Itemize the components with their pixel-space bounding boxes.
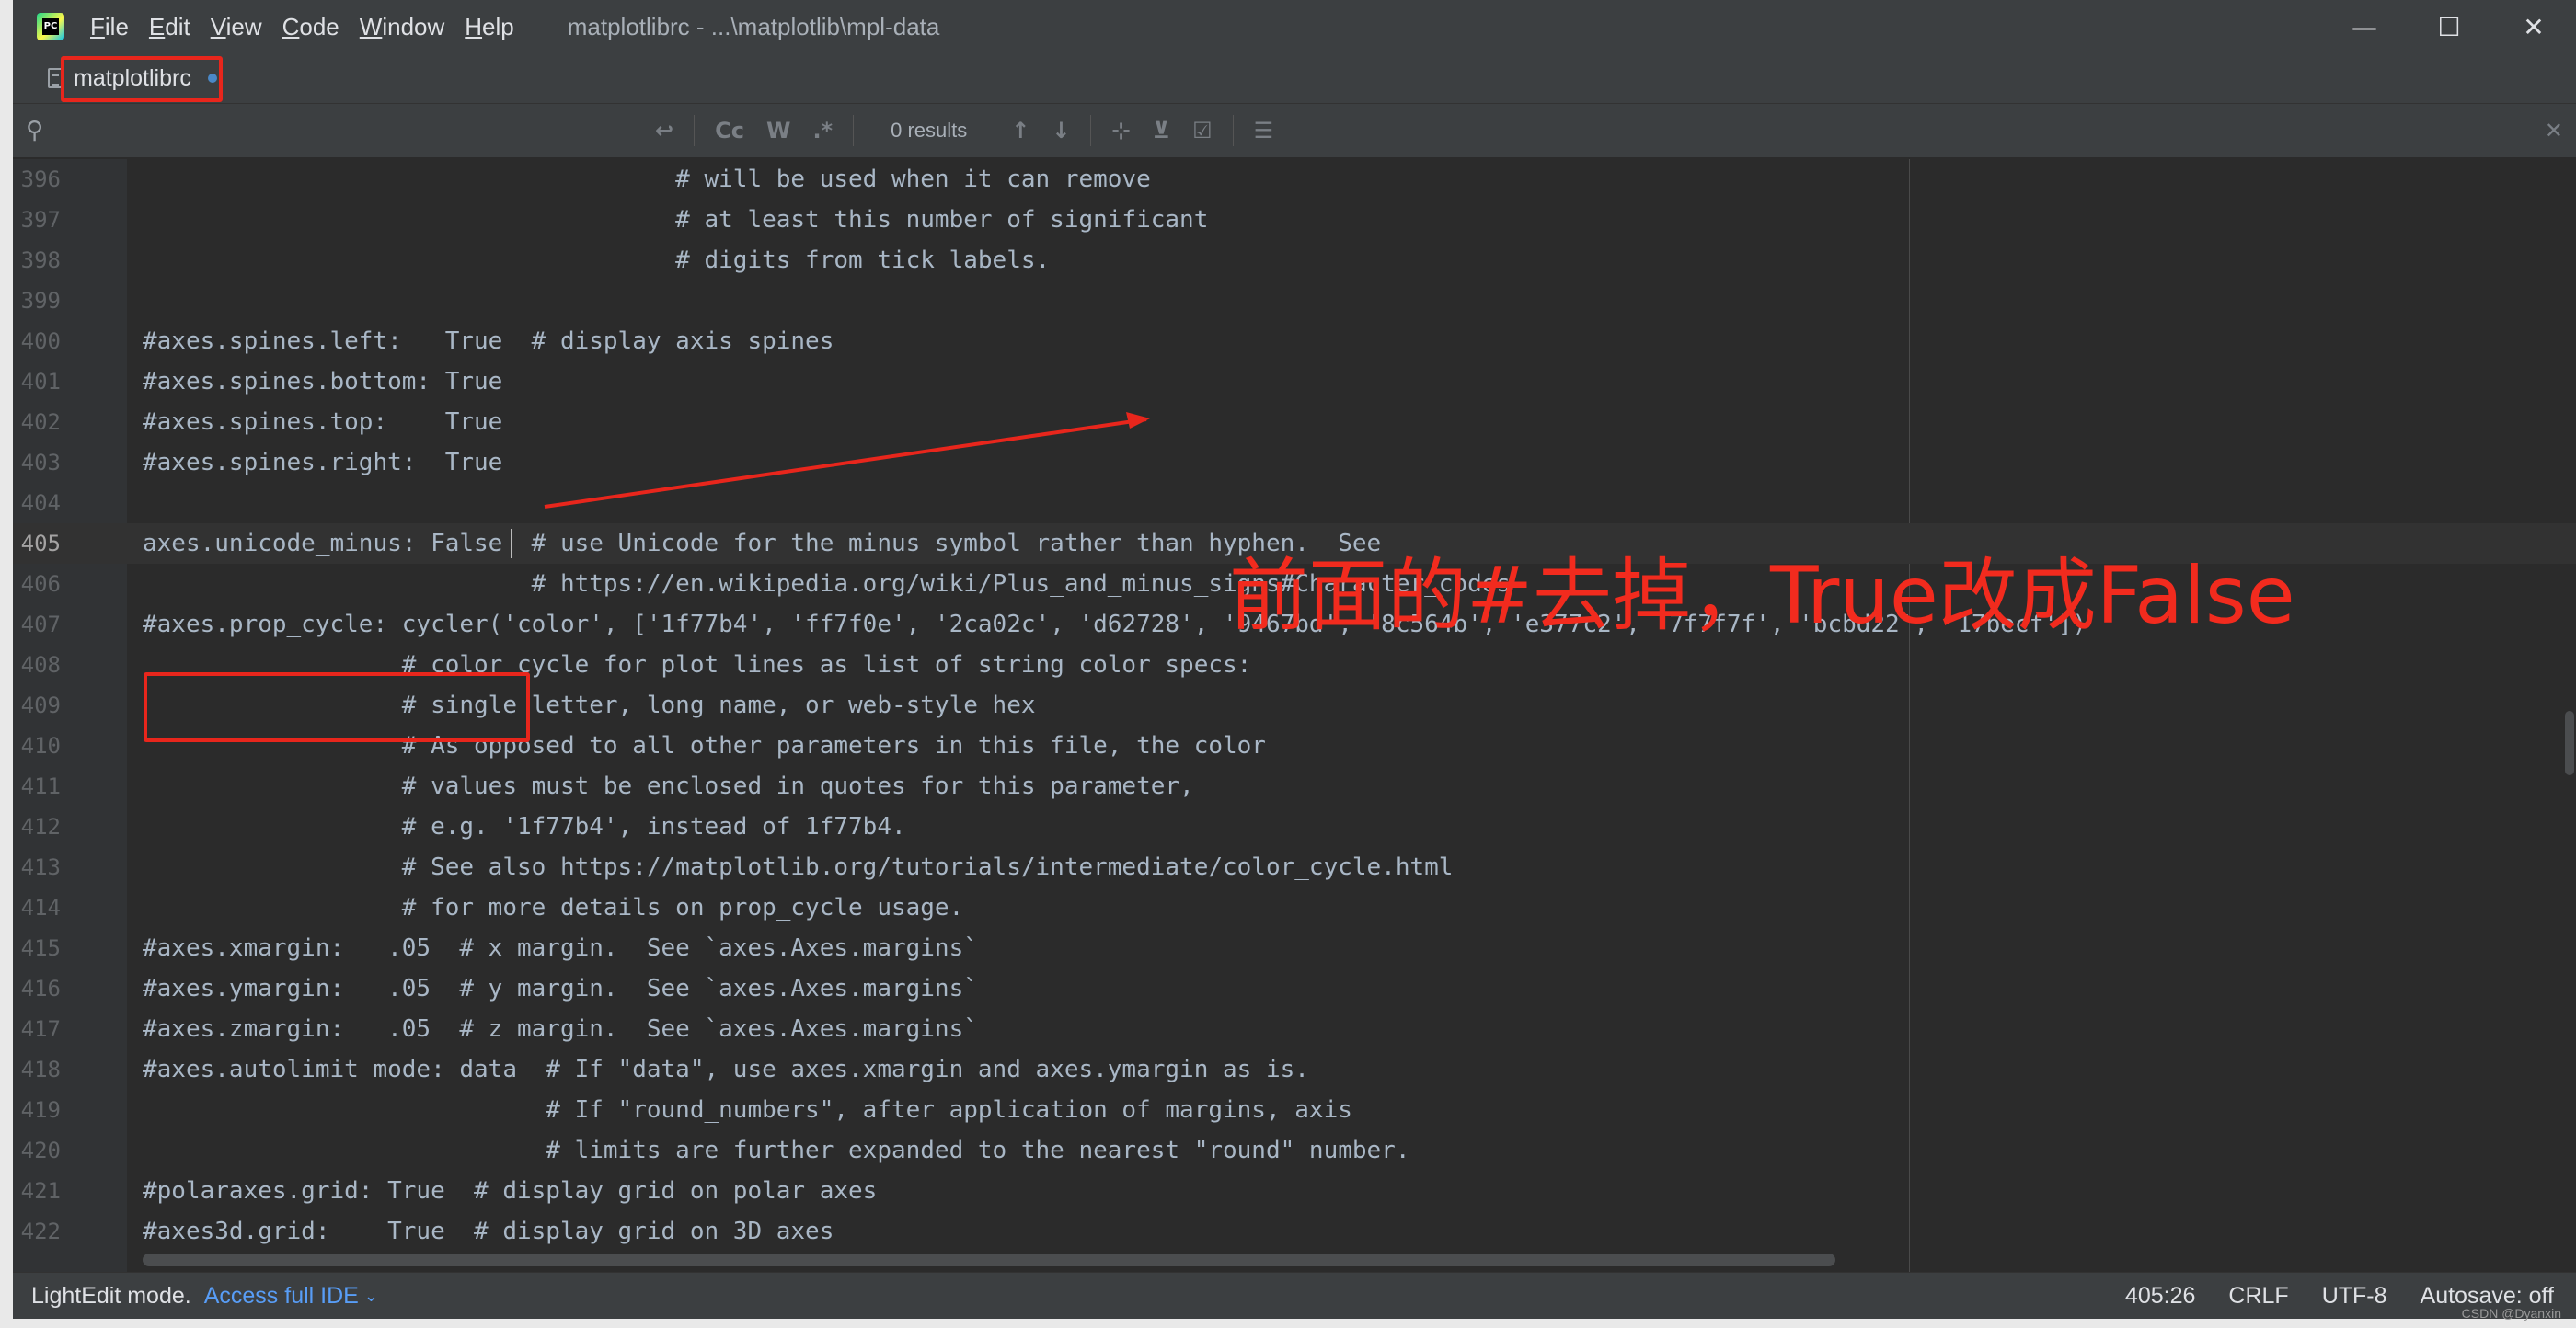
filter-icon[interactable]: ☰ [1254, 118, 1274, 143]
select-all-occurrences-icon[interactable]: ☑ [1192, 118, 1213, 143]
ide-window: PC File Edit View Code Window Help matpl… [13, 0, 2576, 1319]
menu-edit-label: dit [165, 13, 190, 40]
caret-position[interactable]: 405:26 [2125, 1283, 2195, 1310]
menu-file-mnemonic: F [90, 13, 105, 40]
annotation-highlight-tab [61, 56, 223, 102]
chevron-down-icon[interactable]: ⌄ [364, 1287, 378, 1306]
menu-window-label: indow [382, 13, 445, 40]
menu-view-label: iew [225, 13, 262, 40]
toolbar-divider [694, 115, 696, 146]
menu-edit-mnemonic: E [148, 13, 166, 40]
menu-code-mnemonic: C [282, 13, 300, 40]
menu-file[interactable]: File [90, 0, 129, 53]
find-bar: ⚲ ↩ Cc W .* 0 results ↑ ↓ ⊹ ⊻ ☑ ☰ ✕ [13, 104, 2576, 159]
menu-help-label: elp [482, 13, 514, 40]
search-results-count: 0 results [891, 119, 968, 142]
annotation-text: 前面的#去掉，True改成False [1229, 550, 2295, 642]
close-window-button[interactable]: ✕ [2491, 0, 2576, 53]
menu-edit[interactable]: Edit [149, 0, 190, 53]
desktop-background [0, 1319, 2576, 1328]
search-icon[interactable]: ⚲ [26, 117, 52, 144]
maximize-button[interactable]: ☐ [2407, 0, 2491, 53]
menu-code[interactable]: Code [282, 0, 339, 53]
menu-help-mnemonic: H [465, 13, 483, 40]
file-encoding[interactable]: UTF-8 [2322, 1283, 2387, 1310]
menu-help[interactable]: Help [465, 0, 513, 53]
menu-view[interactable]: View [211, 0, 262, 53]
toolbar-divider [1090, 115, 1092, 146]
code-editor[interactable]: 396 # will be used when it can remove 39… [13, 159, 2576, 1272]
title-bar: PC File Edit View Code Window Help matpl… [13, 0, 2576, 53]
watermark: CSDN @Dyanxin [2461, 1306, 2561, 1321]
line-separator[interactable]: CRLF [2228, 1283, 2288, 1310]
annotation-arrow-icon [544, 412, 1150, 509]
wrap-search-icon[interactable]: ↩ [655, 118, 673, 143]
whole-words-button[interactable]: W [766, 118, 790, 143]
window-title: matplotlibrc - ...\matplotlib\mpl-data [567, 12, 940, 40]
toolbar-divider [853, 115, 855, 146]
app-icon-text: PC [42, 18, 59, 35]
add-occurrence-icon[interactable]: ⊹ [1111, 118, 1130, 143]
lightedit-mode-label: LightEdit mode. [31, 1283, 191, 1309]
menu-window[interactable]: Window [360, 0, 444, 53]
toolbar-divider [1232, 115, 1234, 146]
match-case-button[interactable]: Cc [715, 118, 744, 143]
minimize-button[interactable]: — [2322, 0, 2407, 53]
access-full-ide-link[interactable]: Access full IDE [204, 1283, 359, 1310]
status-bar: LightEdit mode. Access full IDE ⌄ 405:26… [13, 1272, 2576, 1319]
menu-file-label: ile [104, 13, 129, 40]
pycharm-logo-icon: PC [37, 13, 64, 40]
previous-occurrence-icon[interactable]: ↑ [1011, 118, 1029, 143]
next-occurrence-icon[interactable]: ↓ [1052, 118, 1070, 143]
menu-window-mnemonic: W [359, 13, 383, 40]
window-controls: — ☐ ✕ [2322, 0, 2576, 53]
menu-view-mnemonic: V [210, 13, 226, 40]
regex-button[interactable]: .* [812, 118, 833, 143]
search-input[interactable] [52, 111, 644, 150]
remove-occurrence-icon[interactable]: ⊻ [1153, 118, 1171, 143]
menu-code-label: ode [299, 13, 339, 40]
close-search-icon[interactable]: ✕ [2545, 118, 2563, 143]
editor-tab-bar: matplotlibrc [13, 53, 2576, 104]
